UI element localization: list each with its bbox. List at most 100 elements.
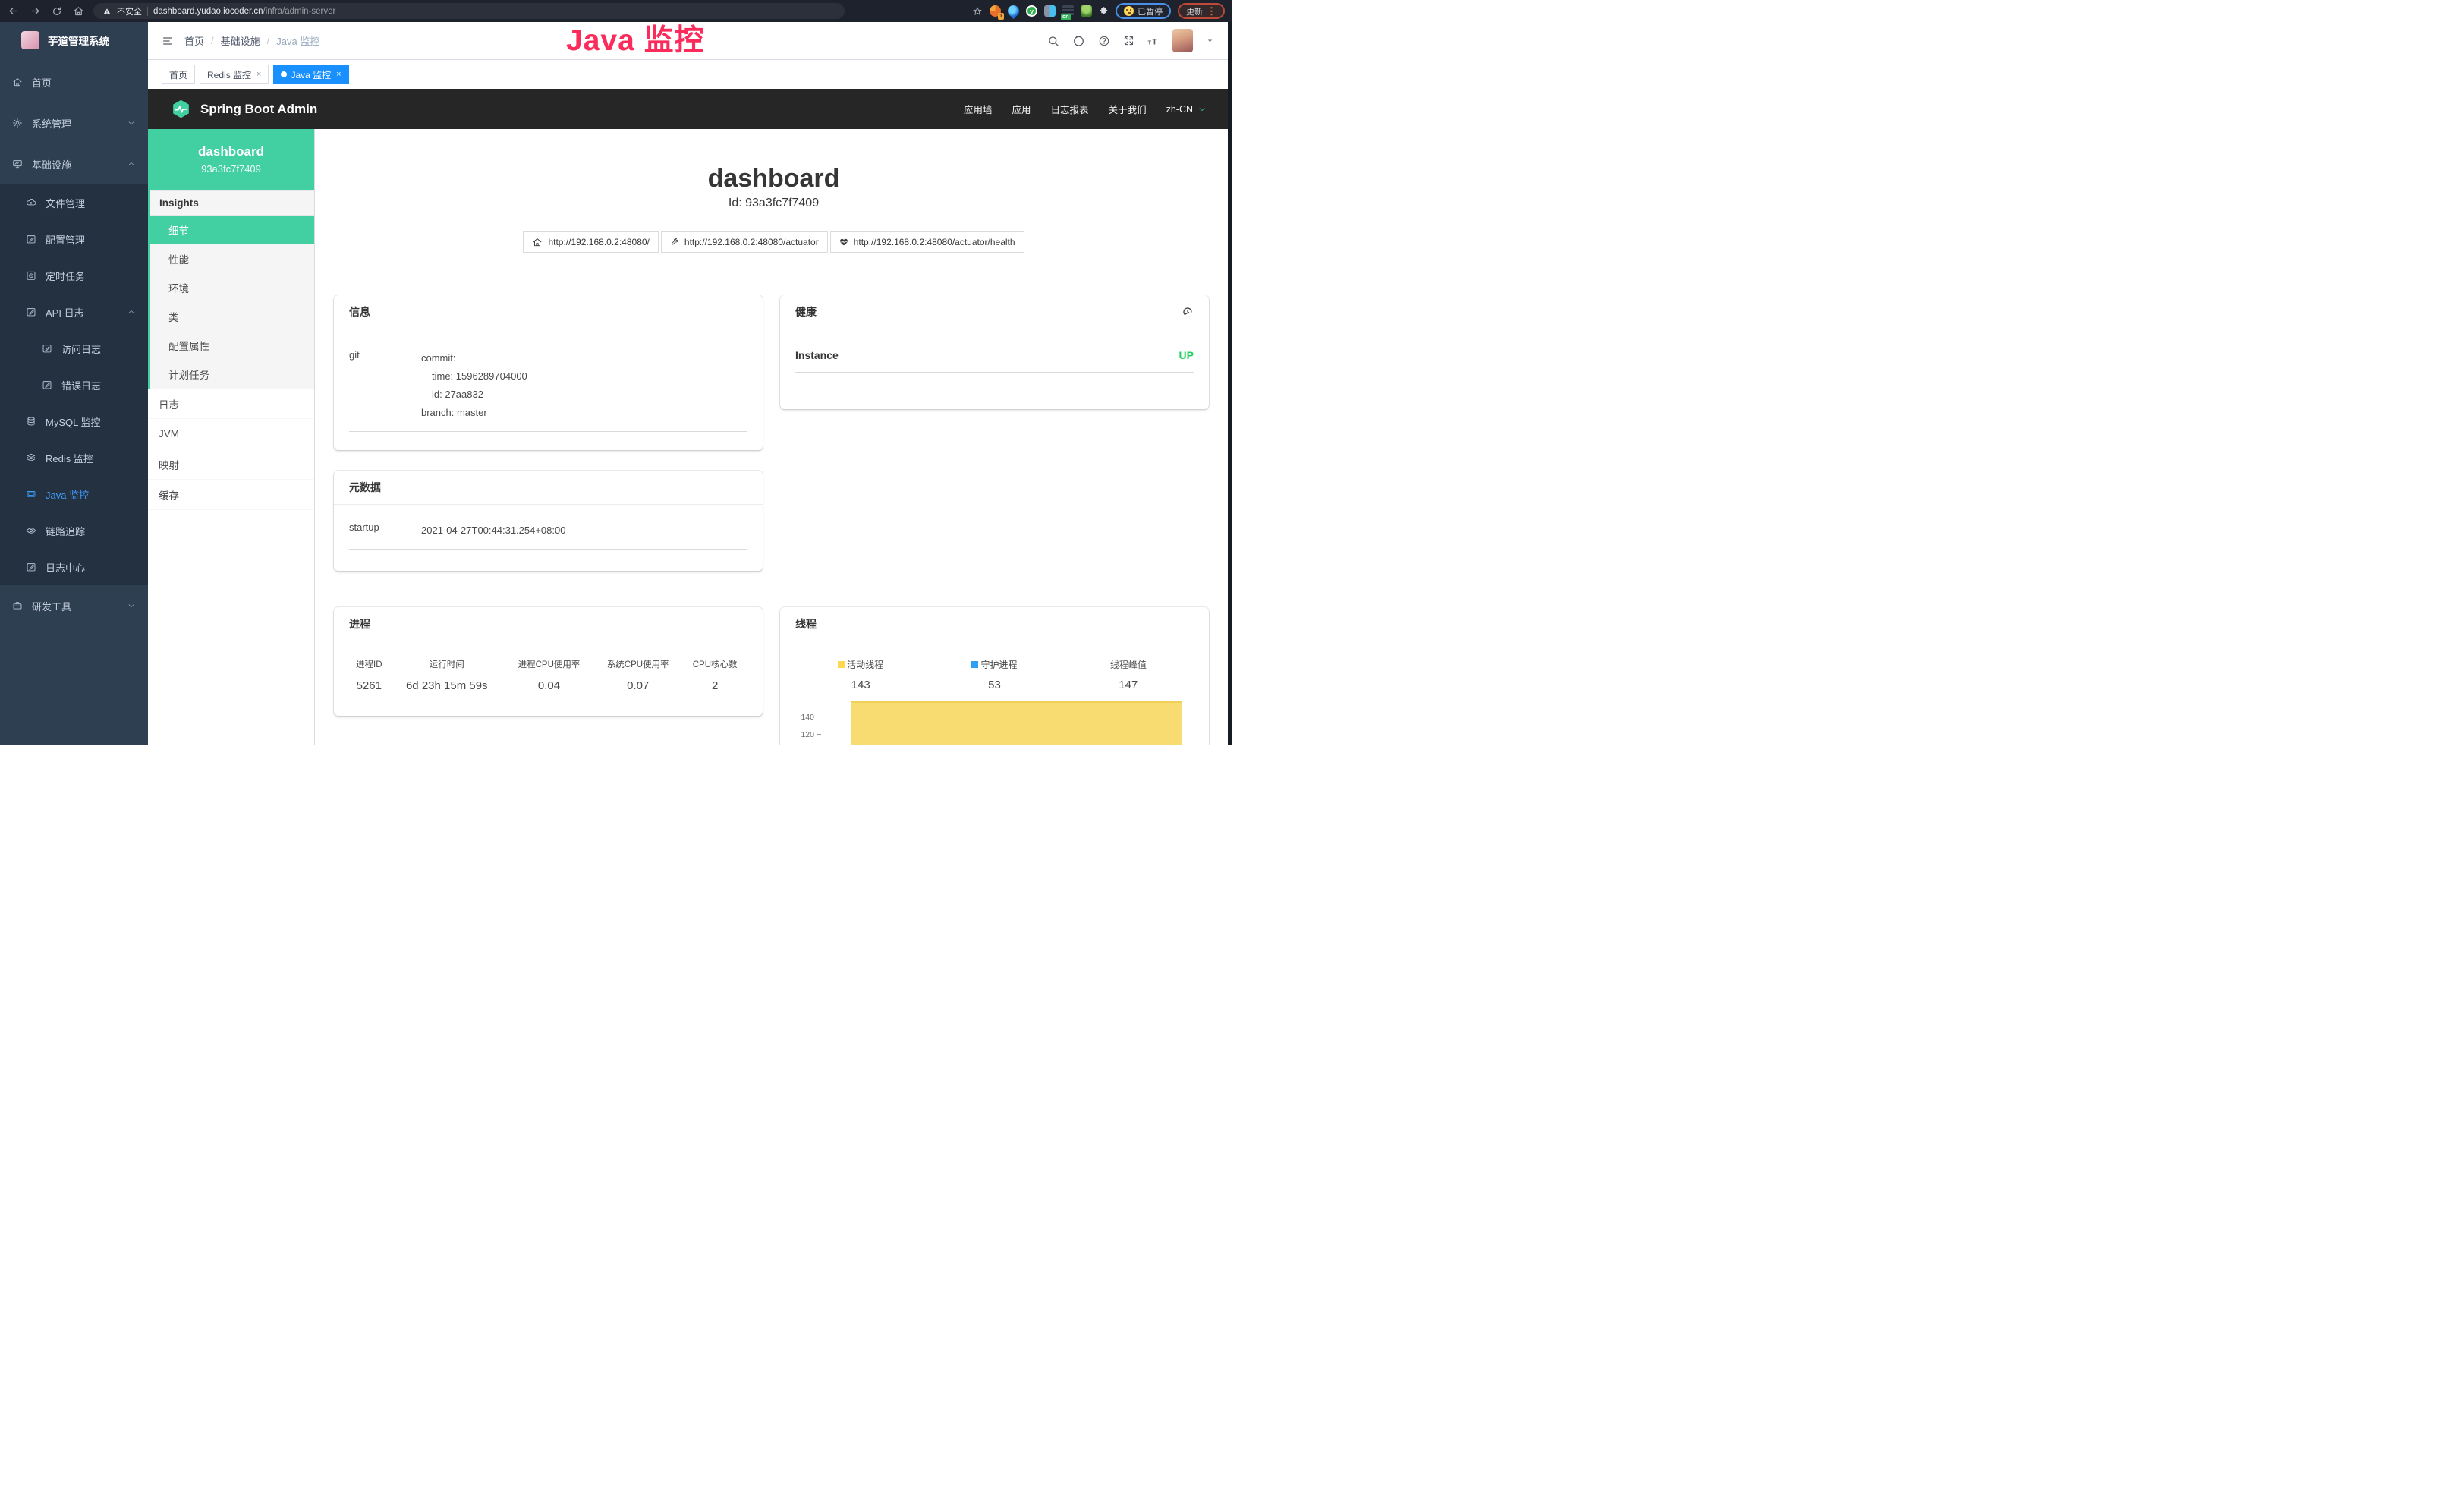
user-avatar[interactable] <box>1172 29 1193 52</box>
sba-menu-细节[interactable]: 细节 <box>150 216 314 244</box>
health-card-title: 健康 <box>795 304 817 320</box>
forward-icon[interactable] <box>30 5 41 17</box>
tab-首页[interactable]: 首页 <box>162 65 195 84</box>
tab-close-icon[interactable]: × <box>336 70 341 79</box>
threads-legend-item: 活动线程 143 <box>794 658 927 691</box>
app-sidebar: 芋道管理系统 首页 系统管理 基础设施 文件管理 配置管理 定时任务 API 日… <box>0 22 148 745</box>
font-size-icon[interactable]: TT <box>1147 35 1160 47</box>
search-icon[interactable] <box>1047 35 1059 47</box>
paused-badge[interactable]: 已暂停 <box>1116 3 1171 19</box>
hamburger-icon[interactable] <box>148 35 184 47</box>
sidebar-item-错误日志[interactable]: 错误日志 <box>0 367 148 403</box>
extension-colab-icon[interactable]: 1 <box>990 5 1001 17</box>
process-card-header: 进程 <box>334 607 763 641</box>
sba-instance-block[interactable]: dashboard 93a3fc7f7409 <box>148 129 314 190</box>
instance-url-buttons: http://192.168.0.2:48080/ http://192.168… <box>315 231 1232 253</box>
sba-instance-id: 93a3fc7f7409 <box>201 163 261 175</box>
sba-menu-日志[interactable]: 日志 <box>148 389 314 419</box>
health-row: Instance UP <box>795 349 1194 373</box>
sidebar-item-MySQL 监控[interactable]: MySQL 监控 <box>0 403 148 439</box>
health-card: 健康 Instance UP <box>780 295 1209 409</box>
sba-main: dashboard Id: 93a3fc7f7409 http://192.16… <box>315 129 1232 745</box>
tab-close-icon[interactable]: × <box>256 70 261 79</box>
sba-app-name: dashboard <box>198 144 264 159</box>
sidebar-item-日志中心[interactable]: 日志中心 <box>0 549 148 585</box>
extension-pin-icon[interactable] <box>1005 3 1021 19</box>
fullscreen-icon[interactable] <box>1123 35 1134 46</box>
metadata-card-body: startup 2021-04-27T00:44:31.254+08:00 <box>334 505 763 560</box>
github-icon[interactable] <box>1072 34 1085 47</box>
extension-tampermonkey-icon[interactable]: on <box>1062 5 1074 17</box>
sba-link-日志报表[interactable]: 日志报表 <box>1051 102 1089 116</box>
sidebar-item-API 日志[interactable]: API 日志 <box>0 294 148 330</box>
instance-url-button[interactable]: http://192.168.0.2:48080/actuator <box>661 231 828 253</box>
history-icon[interactable] <box>1182 306 1194 318</box>
update-button[interactable]: 更新⋮ <box>1178 3 1225 19</box>
browser-menu-icon[interactable]: ⋮ <box>1207 6 1216 16</box>
svg-text:T: T <box>1148 39 1152 46</box>
sidebar-item-系统管理[interactable]: 系统管理 <box>0 102 148 143</box>
sidebar-item-配置管理[interactable]: 配置管理 <box>0 221 148 257</box>
avatar-caret-down-icon[interactable] <box>1206 36 1214 45</box>
sba-link-应用墙[interactable]: 应用墙 <box>964 102 993 116</box>
sidebar-item-首页[interactable]: 首页 <box>0 61 148 102</box>
sba-menu-性能[interactable]: 性能 <box>150 244 314 273</box>
sidebar-item-基础设施[interactable]: 基础设施 <box>0 143 148 184</box>
metadata-card-title: 元数据 <box>349 480 381 495</box>
sba-menu-类[interactable]: 类 <box>150 302 314 331</box>
info-card: 信息 git commit:time: 1596289704000id: 27a… <box>334 295 763 450</box>
extension-person-icon[interactable] <box>1081 5 1092 17</box>
sba-menu-计划任务[interactable]: 计划任务 <box>150 360 314 389</box>
sidebar-item-定时任务[interactable]: 定时任务 <box>0 257 148 294</box>
sba-insights-header[interactable]: Insights <box>150 190 314 216</box>
sba-link-应用[interactable]: 应用 <box>1012 102 1031 116</box>
sidebar-item-Java 监控[interactable]: Java 监控 <box>0 476 148 512</box>
instance-url-button[interactable]: http://192.168.0.2:48080/actuator/health <box>830 231 1024 253</box>
warning-icon <box>102 7 112 16</box>
sba-menu-映射[interactable]: 映射 <box>148 449 314 480</box>
window-scrollbar[interactable] <box>1228 22 1232 745</box>
extension-v2ex-icon[interactable]: y <box>1026 5 1037 17</box>
reload-icon[interactable] <box>52 6 62 17</box>
chevron-down-icon <box>1197 105 1207 114</box>
security-label[interactable]: 不安全 <box>117 5 142 17</box>
heartbeat-icon <box>839 238 848 247</box>
omnibox-divider <box>147 7 148 16</box>
back-icon[interactable] <box>8 5 19 17</box>
breadcrumb-item[interactable]: Java 监控 <box>276 33 319 48</box>
threads-chart-ytick: 120 <box>784 730 814 739</box>
threads-legend: 活动线程 143 守护进程 53 线程峰值 147 <box>794 658 1195 691</box>
info-card-title: 信息 <box>349 304 370 320</box>
address-bar[interactable]: 不安全 dashboard.yudao.iocoder.cn/infra/adm… <box>93 3 845 19</box>
help-icon[interactable] <box>1098 35 1110 47</box>
app-logo-row[interactable]: 芋道管理系统 <box>0 22 148 58</box>
sidebar-item-Redis 监控[interactable]: Redis 监控 <box>0 439 148 476</box>
breadcrumb-item[interactable]: 基础设施 <box>221 33 260 48</box>
breadcrumb-item[interactable]: 首页 <box>184 33 204 48</box>
threads-chart-ytick: 140 <box>784 713 814 722</box>
tab-Java 监控[interactable]: Java 监控 × <box>273 65 348 84</box>
puzzle-extensions-icon[interactable] <box>1099 6 1109 16</box>
sidebar-item-链路追踪[interactable]: 链路追踪 <box>0 512 148 549</box>
sidebar-item-文件管理[interactable]: 文件管理 <box>0 184 148 221</box>
sba-menu-环境[interactable]: 环境 <box>150 273 314 302</box>
url-text[interactable]: dashboard.yudao.iocoder.cn/infra/admin-s… <box>153 7 335 16</box>
legend-swatch-icon <box>971 661 978 668</box>
sba-body: dashboard 93a3fc7f7409 Insights 细节性能环境类配… <box>148 129 1232 745</box>
instance-url-button[interactable]: http://192.168.0.2:48080/ <box>523 231 658 253</box>
bookmark-star-icon[interactable] <box>972 6 983 17</box>
home-icon[interactable] <box>73 5 84 17</box>
sidebar-item-访问日志[interactable]: 访问日志 <box>0 330 148 367</box>
tab-Redis 监控[interactable]: Redis 监控 × <box>200 65 269 84</box>
extension-grid-icon[interactable] <box>1044 5 1056 17</box>
sba-menu-JVM[interactable]: JVM <box>148 419 314 449</box>
process-card-title: 进程 <box>349 616 370 632</box>
sba-menu-缓存[interactable]: 缓存 <box>148 480 314 510</box>
sba-link-关于我们[interactable]: 关于我们 <box>1109 102 1147 116</box>
sidebar-item-研发工具[interactable]: 研发工具 <box>0 585 148 626</box>
breadcrumb-separator: / <box>211 35 214 46</box>
eye-icon <box>26 525 36 536</box>
sba-menu-配置属性[interactable]: 配置属性 <box>150 331 314 360</box>
process-header-row: 进程ID运行时间进程CPU使用率系统CPU使用率CPU核心数 <box>349 655 747 673</box>
sba-language-select[interactable]: zh-CN <box>1166 104 1207 115</box>
